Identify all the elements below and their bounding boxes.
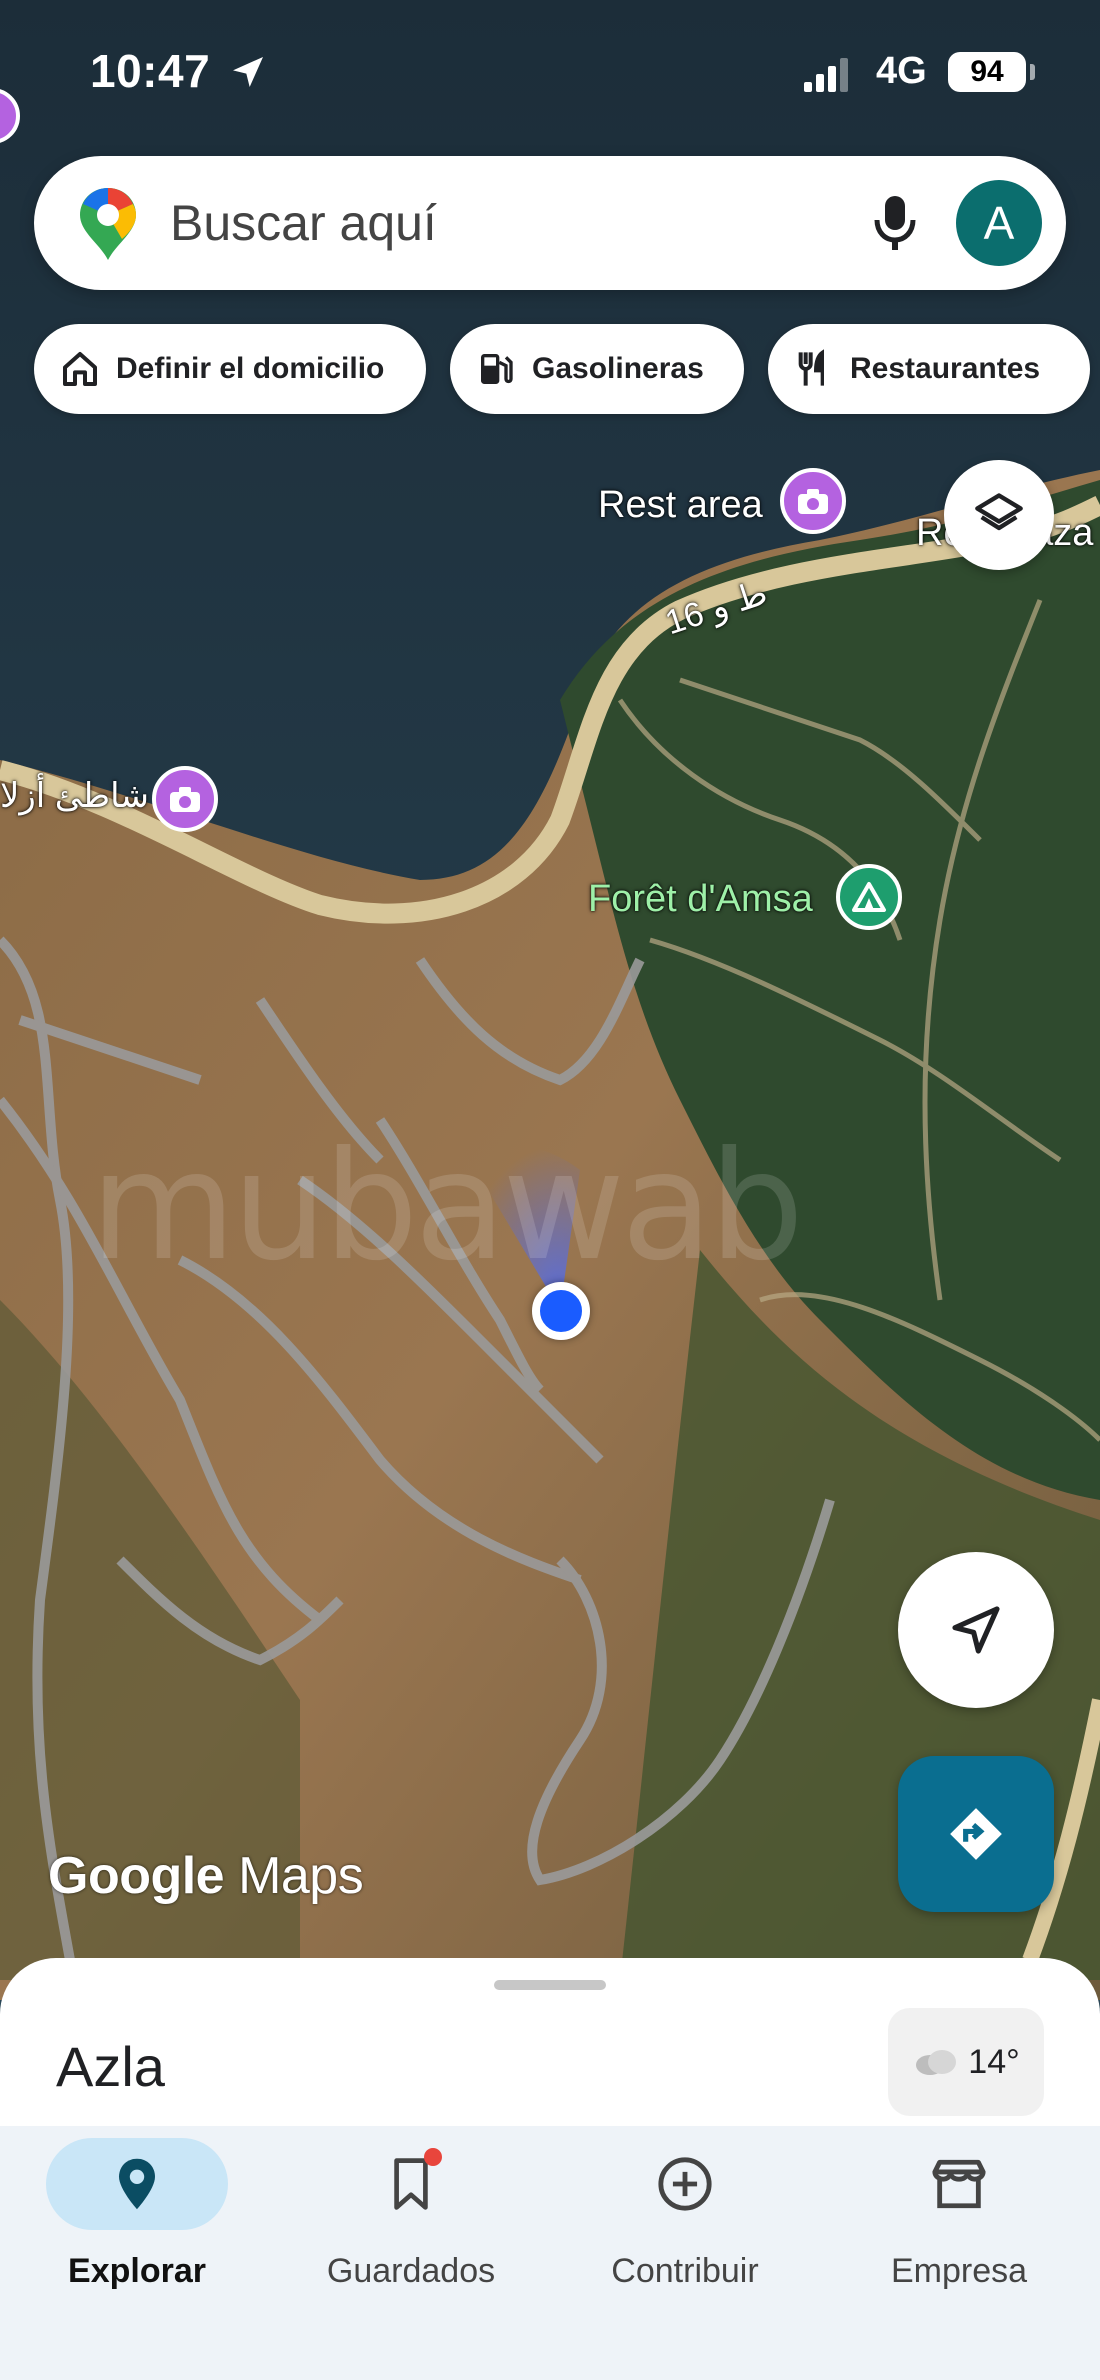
network-type: 4G: [876, 50, 927, 92]
explore-pin-icon: [107, 2154, 167, 2214]
chip-restaurants[interactable]: Restaurantes: [768, 324, 1090, 414]
map-watermark: mubawab: [90, 1120, 804, 1294]
camera-poi-icon[interactable]: [152, 766, 218, 832]
restaurant-icon: [794, 349, 834, 389]
search-placeholder[interactable]: Buscar aquí: [170, 194, 437, 252]
notification-badge: [424, 2148, 442, 2166]
status-bar: 10:47 4G 94: [0, 0, 1100, 140]
nav-contribute[interactable]: Contribuir: [548, 2126, 822, 2380]
battery-level: 94: [948, 52, 1026, 92]
account-avatar[interactable]: A: [956, 180, 1042, 266]
chip-home-label: Definir el domicilio: [116, 352, 385, 385]
gas-station-icon: [476, 349, 516, 389]
logo-maps: Maps: [238, 1847, 364, 1905]
cloud-icon: [916, 2050, 957, 2075]
my-location-button[interactable]: [898, 1552, 1054, 1708]
chip-home[interactable]: Definir el domicilio: [34, 324, 426, 414]
search-bar[interactable]: Buscar aquí A: [34, 156, 1066, 290]
nav-explore-label: Explorar: [68, 2252, 206, 2290]
layers-button[interactable]: [944, 460, 1054, 570]
nav-business[interactable]: Empresa: [822, 2126, 1096, 2380]
temperature: 14°: [968, 2042, 1020, 2081]
place-name: Azla: [56, 2035, 165, 2098]
cellular-signal-icon: [804, 58, 848, 92]
storefront-icon: [929, 2154, 989, 2214]
directions-icon: [950, 1808, 1002, 1860]
chip-restaurants-label: Restaurantes: [850, 352, 1041, 385]
nav-saved[interactable]: Guardados: [274, 2126, 548, 2380]
nav-contribute-label: Contribuir: [611, 2252, 759, 2290]
nav-explore[interactable]: Explorar: [0, 2126, 274, 2380]
google-maps-pin-icon: [80, 188, 136, 260]
current-location-dot[interactable]: [532, 1282, 590, 1340]
map-label-rest-area[interactable]: Rest area: [598, 484, 763, 527]
layers-icon: [975, 493, 1023, 531]
camera-poi-icon[interactable]: [780, 468, 846, 534]
chip-gas-label: Gasolineras: [532, 352, 704, 385]
google-maps-logo: Google Maps: [48, 1846, 364, 1906]
logo-google: Google: [48, 1847, 225, 1905]
nav-business-label: Empresa: [890, 2252, 1028, 2290]
home-icon: [60, 349, 100, 389]
location-services-icon: [233, 57, 263, 87]
battery-tip: [1030, 64, 1035, 80]
microphone-icon[interactable]: [860, 188, 930, 258]
category-chips: Definir el domicilio Gasolineras Restaur…: [34, 324, 1100, 414]
map-label-forest[interactable]: Forêt d'Amsa: [588, 878, 813, 921]
campground-poi-icon[interactable]: [836, 864, 902, 930]
nav-saved-label: Guardados: [326, 2252, 496, 2290]
navigation-arrow-icon: [952, 1606, 1000, 1654]
sheet-drag-handle[interactable]: [494, 1980, 606, 1990]
chip-gas-stations[interactable]: Gasolineras: [450, 324, 744, 414]
bottom-navigation: Explorar Guardados Contribuir Empresa: [0, 2126, 1100, 2380]
directions-button[interactable]: [898, 1756, 1054, 1912]
weather-chip[interactable]: 14°: [888, 2008, 1044, 2116]
map-label-beach[interactable]: شاطئ أزلا: [0, 776, 149, 816]
status-time: 10:47: [90, 45, 211, 97]
plus-circle-icon: [655, 2154, 715, 2214]
